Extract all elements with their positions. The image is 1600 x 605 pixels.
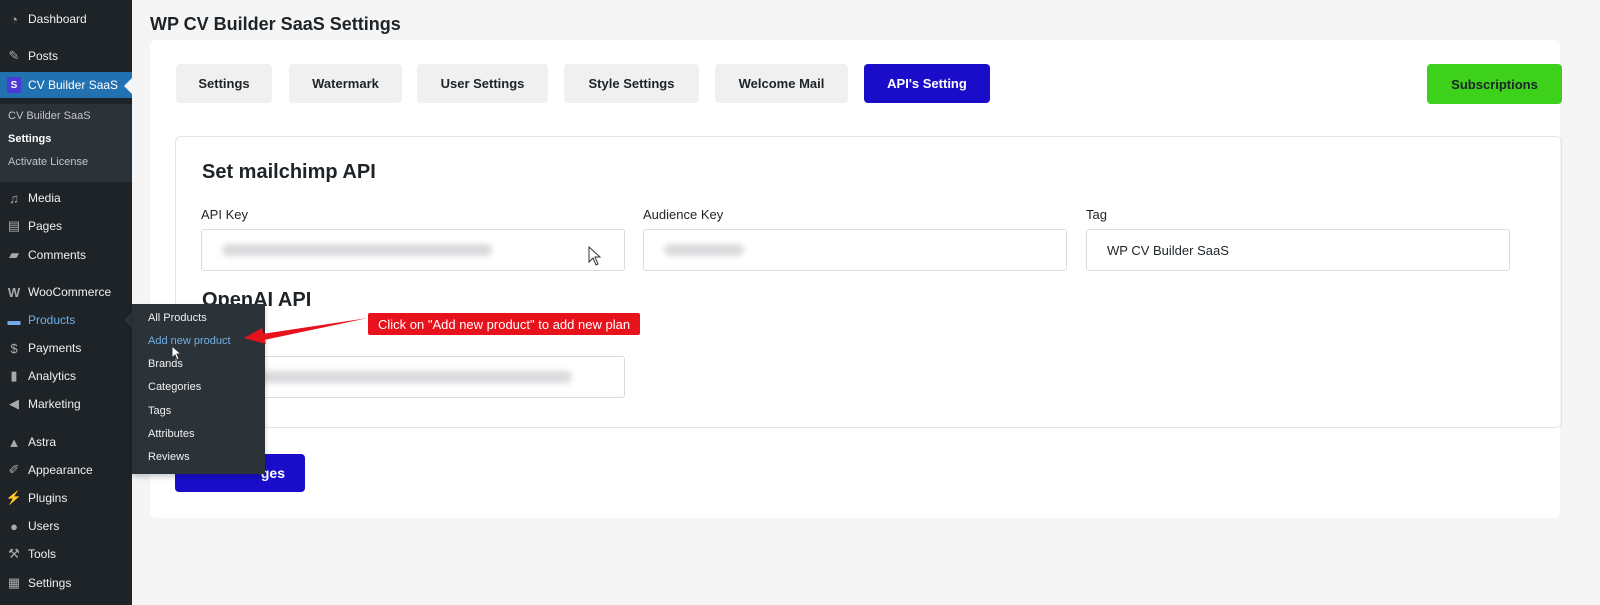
annotation-arrow-icon [244,318,368,344]
annotation-callout: Click on "Add new product" to add new pl… [368,313,641,335]
flyout-item-categories[interactable]: Categories [148,381,201,393]
sidebar-item-products[interactable]: ▬ Products [0,308,132,332]
flyout-item-attributes[interactable]: Attributes [148,428,194,440]
flyout-item-reviews[interactable]: Reviews [148,451,190,463]
redacted-value [222,371,572,383]
tab-settings[interactable]: Settings [176,64,272,103]
submenu-item-cv-builder[interactable]: CV Builder SaaS [8,110,91,122]
media-icon: ♫ [9,190,19,206]
mouse-pointer-icon [171,345,183,361]
tab-user-settings[interactable]: User Settings [417,64,548,103]
flyout-item-tags[interactable]: Tags [148,405,171,417]
sidebar-item-astra[interactable]: ▲ Astra [0,430,132,454]
sidebar-item-posts[interactable]: ✎ Posts [0,44,132,68]
sidebar-item-label: Posts [28,49,59,63]
admin-sidebar: ◔ Dashboard ✎ Posts S CV Builder SaaS CV… [0,0,132,605]
sidebar-item-label: Payments [28,341,82,355]
sidebar-item-comments[interactable]: ▰ Comments [0,243,132,267]
sidebar-item-label: Pages [28,219,63,233]
sidebar-item-label: WooCommerce [28,285,112,299]
tab-watermark[interactable]: Watermark [289,64,402,103]
tab-style-settings[interactable]: Style Settings [564,64,699,103]
sidebar-item-label: Products [28,313,76,327]
analytics-icon: ▮ [10,368,18,383]
plugin-icon: ⚡ [5,490,23,505]
sidebar-item-settings[interactable]: ▦ Settings [0,571,132,595]
sidebar-item-users[interactable]: ● Users [0,514,132,538]
sidebar-item-pages[interactable]: ▤ Pages [0,214,132,238]
subscriptions-button[interactable]: Subscriptions [1427,64,1562,104]
settings-icon: ▦ [7,575,21,590]
sidebar-item-analytics[interactable]: ▮ Analytics [0,364,132,388]
audience-key-input[interactable] [643,229,1067,271]
sidebar-item-marketing[interactable]: ◀ Marketing [0,392,132,416]
tag-input[interactable]: WP CV Builder SaaS [1086,229,1510,271]
sidebar-item-woocommerce[interactable]: W WooCommerce [0,280,132,304]
sidebar-item-label: Tools [28,547,57,561]
mailchimp-section-title: Set mailchimp API [202,161,376,183]
sidebar-item-label: Astra [28,435,57,449]
sidebar-item-cv-builder[interactable]: S CV Builder SaaS [0,72,132,98]
tag-label: Tag [1086,207,1107,222]
sidebar-item-label: Analytics [28,369,77,383]
cv-builder-icon: S [5,76,23,94]
wrench-icon: ⚒ [8,546,20,561]
sidebar-item-appearance[interactable]: ✐ Appearance [0,458,132,482]
comments-icon: ▰ [9,247,19,262]
audience-key-label: Audience Key [643,207,724,222]
flyout-item-all-products[interactable]: All Products [148,312,207,324]
pin-icon: ✎ [8,48,20,63]
sidebar-item-dashboard[interactable]: ◔ Dashboard [0,7,132,31]
redacted-value [664,244,744,256]
flyout-item-add-new-product[interactable]: Add new product [148,335,231,347]
megaphone-icon: ◀ [9,396,19,411]
sidebar-item-label: Appearance [28,463,93,477]
payments-icon: $ [10,340,18,356]
submenu-item-settings[interactable]: Settings [8,133,51,145]
cv-builder-submenu: CV Builder SaaS Settings Activate Licens… [0,104,132,182]
redacted-value [222,244,492,256]
sidebar-item-label: Marketing [28,397,81,411]
sidebar-item-tools[interactable]: ⚒ Tools [0,542,132,566]
tab-welcome-mail[interactable]: Welcome Mail [715,64,848,103]
sidebar-item-label: Media [28,191,61,205]
api-key-label: API Key [201,207,248,222]
sidebar-item-label: Users [28,519,60,533]
api-key-input[interactable] [201,229,625,271]
api-settings-card: Set mailchimp API API Key Audience Key T… [175,136,1562,428]
sidebar-item-label: Settings [28,576,72,590]
woocommerce-icon: W [7,284,21,300]
sidebar-item-payments[interactable]: $ Payments [0,336,132,360]
sidebar-item-media[interactable]: ♫ Media [0,186,132,210]
settings-panel: Settings Watermark User Settings Style S… [150,40,1562,518]
submenu-item-activate-license[interactable]: Activate License [8,156,88,168]
dashboard-icon: ◔ [10,11,18,27]
pages-icon: ▤ [7,218,21,233]
tab-api-setting[interactable]: API's Setting [864,64,990,103]
brush-icon: ✐ [8,462,20,477]
products-icon: ▬ [7,312,21,328]
users-icon: ● [10,518,18,534]
sidebar-item-label: CV Builder SaaS [28,78,119,92]
sidebar-item-label: Dashboard [28,12,87,26]
astra-icon: ▲ [7,434,21,450]
mouse-pointer-icon [588,246,602,266]
page-title: WP CV Builder SaaS Settings [150,14,401,34]
sidebar-item-label: Plugins [28,491,68,505]
sidebar-item-plugins[interactable]: ⚡ Plugins [0,486,132,510]
sidebar-item-label: Comments [28,248,87,262]
